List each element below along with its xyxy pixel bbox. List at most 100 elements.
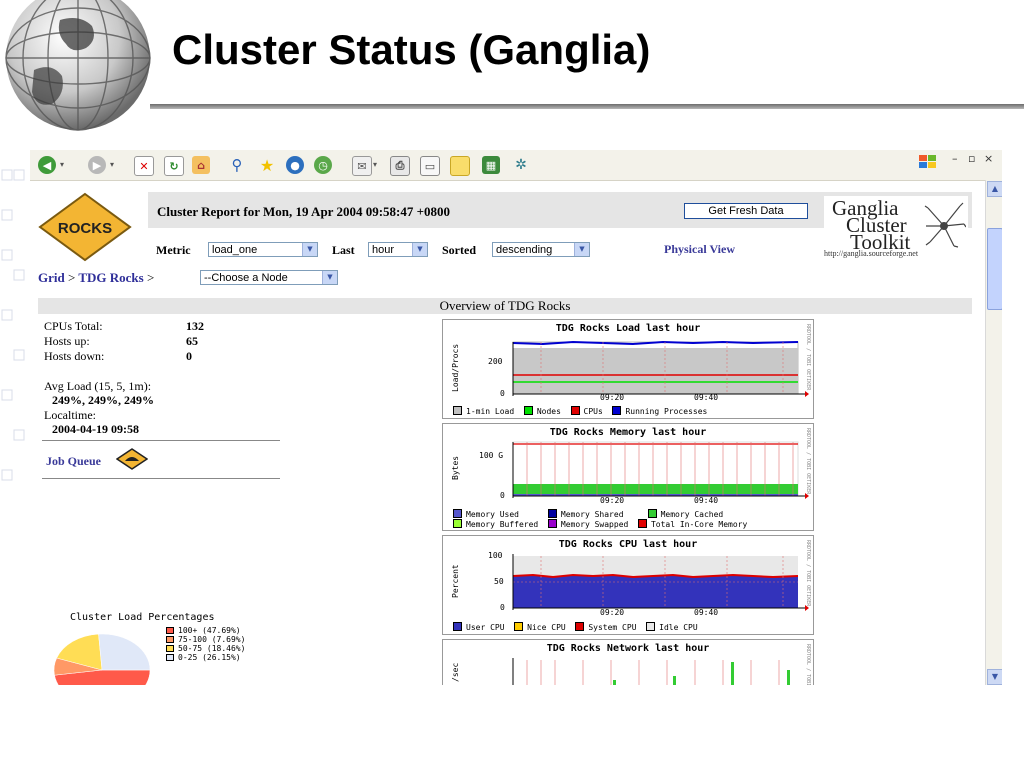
browser-toolbar: ◀ ▾ ▶ ▾ ✕ ↻ ⌂ ⚲ ★ ● ◷ ✉ ▾ ⎙ ▭ ▦ ✲ – ▫ × xyxy=(30,150,1002,181)
pie-legend-item: 0-25 (26.15%) xyxy=(166,653,241,662)
last-label: Last xyxy=(332,243,355,257)
legend-swatch xyxy=(166,636,174,643)
forward-icon[interactable]: ▶ xyxy=(88,156,106,174)
legend-label: Nice CPU xyxy=(527,623,566,632)
legend-swatch xyxy=(637,519,647,528)
search-icon[interactable]: ⚲ xyxy=(228,156,246,174)
network-graph[interactable]: TDG Rocks Network last hour /sec RRDTOOL… xyxy=(442,639,814,685)
cpu-graph-ylabel: Percent xyxy=(451,564,460,598)
divider xyxy=(42,478,280,479)
ganglia-page: ROCKS Cluster Report for Mon, 19 Apr 200… xyxy=(30,180,985,685)
memory-graph-ylabel: Bytes xyxy=(451,455,460,480)
last-select-value: hour xyxy=(372,244,395,256)
mail-dropdown-icon[interactable]: ▾ xyxy=(373,160,377,169)
sorted-select[interactable]: descending ▼ xyxy=(492,242,590,257)
decorative-grid-pattern xyxy=(1,169,25,481)
legend-label: Memory Used xyxy=(466,510,519,519)
job-queue-icon[interactable] xyxy=(116,448,148,470)
messenger-icon[interactable]: ▦ xyxy=(482,156,500,174)
breadcrumb-separator: > xyxy=(67,270,76,285)
vertical-scrollbar[interactable]: ▲ ▼ xyxy=(985,180,1002,685)
back-dropdown-icon[interactable]: ▾ xyxy=(60,160,64,169)
browser-window: ◀ ▾ ▶ ▾ ✕ ↻ ⌂ ⚲ ★ ● ◷ ✉ ▾ ⎙ ▭ ▦ ✲ – ▫ × … xyxy=(30,150,1002,685)
localtime-value: 2004-04-19 09:58 xyxy=(52,422,139,436)
memory-graph[interactable]: TDG Rocks Memory last hour Bytes 100 G 0… xyxy=(442,423,814,531)
forward-dropdown-icon[interactable]: ▾ xyxy=(110,160,114,169)
rrdtool-credit: RRDTOOL / TOBI OETIKER xyxy=(805,428,811,495)
legend-label: Memory Shared xyxy=(560,510,624,519)
legend-swatch xyxy=(166,654,174,661)
load-graph[interactable]: TDG Rocks Load last hour Load/Procs 200 … xyxy=(442,319,814,419)
legend-label: User CPU xyxy=(466,623,505,632)
edit-icon[interactable]: ▭ xyxy=(420,156,440,176)
memory-xtick: 09:20 xyxy=(600,496,625,505)
bluetooth-icon[interactable]: ✲ xyxy=(512,156,530,174)
print-icon[interactable]: ⎙ xyxy=(390,156,410,176)
pie-slice-0-25 xyxy=(98,633,151,671)
mail-icon[interactable]: ✉ xyxy=(352,156,372,176)
last-select[interactable]: hour ▼ xyxy=(368,242,428,257)
scroll-down-icon[interactable]: ▼ xyxy=(987,669,1002,685)
back-icon[interactable]: ◀ xyxy=(38,156,56,174)
avg-load-value: 249%, 249%, 249% xyxy=(52,393,154,407)
legend-label: Memory Cached xyxy=(660,510,724,519)
cluster-load-pie-chart xyxy=(53,633,151,685)
legend-label: 75-100 (7.69%) xyxy=(178,635,246,644)
media-icon[interactable]: ● xyxy=(286,156,304,174)
scroll-up-icon[interactable]: ▲ xyxy=(987,181,1002,197)
home-icon[interactable]: ⌂ xyxy=(192,156,210,174)
favorites-star-icon[interactable]: ★ xyxy=(258,156,276,175)
restore-button[interactable]: ▫ xyxy=(968,152,975,165)
folder-icon[interactable] xyxy=(450,156,470,176)
legend-label: Idle CPU xyxy=(659,623,698,632)
breadcrumb-separator: > xyxy=(146,270,155,285)
get-fresh-data-button[interactable]: Get Fresh Data xyxy=(684,203,808,219)
legend-swatch xyxy=(166,645,174,652)
ganglia-logo: Ganglia Cluster Toolkit http://ganglia.s… xyxy=(824,196,968,260)
legend-label: Total In-Core Memory xyxy=(650,520,748,529)
job-queue-link[interactable]: Job Queue xyxy=(46,454,101,469)
legend-label: System CPU xyxy=(588,623,637,632)
chevron-down-icon[interactable]: ▼ xyxy=(574,243,589,256)
legend-swatch xyxy=(547,509,557,518)
legend-label: Memory Buffered xyxy=(466,520,539,529)
physical-view-link[interactable]: Physical View xyxy=(664,242,735,257)
history-icon[interactable]: ◷ xyxy=(314,156,332,174)
overview-title: Overview of TDG Rocks xyxy=(439,298,571,313)
legend-swatch xyxy=(612,406,622,415)
globe-logo xyxy=(5,0,151,131)
legend-swatch xyxy=(570,406,580,415)
report-title: Cluster Report for Mon, 19 Apr 2004 09:5… xyxy=(157,204,451,219)
cpu-ytick: 50 xyxy=(494,577,504,586)
metric-select[interactable]: load_one ▼ xyxy=(208,242,318,257)
stop-icon[interactable]: ✕ xyxy=(134,156,154,176)
legend-swatch xyxy=(453,519,462,528)
refresh-icon[interactable]: ↻ xyxy=(164,156,184,176)
network-graph-plot xyxy=(512,658,798,685)
load-graph-ylabel: Load/Procs xyxy=(451,343,460,392)
chevron-down-icon[interactable]: ▼ xyxy=(322,271,337,284)
memory-ytick: 0 xyxy=(500,491,505,500)
legend-swatch xyxy=(523,406,533,415)
load-ytick: 0 xyxy=(500,389,505,398)
avg-load-label: Avg Load (15, 5, 1m): xyxy=(44,379,152,393)
memory-ytick: 100 G xyxy=(479,451,504,460)
cpu-ytick: 0 xyxy=(500,603,505,612)
rocks-logo-text: ROCKS xyxy=(58,220,112,237)
scroll-thumb[interactable] xyxy=(987,228,1002,310)
close-button[interactable]: × xyxy=(984,152,993,165)
legend-label: Running Processes xyxy=(625,407,708,416)
breadcrumb-cluster-link[interactable]: TDG Rocks xyxy=(78,270,143,285)
minimize-button[interactable]: – xyxy=(952,152,958,165)
cpu-graph[interactable]: TDG Rocks CPU last hour Percent 100 50 0 xyxy=(442,535,814,635)
legend-swatch xyxy=(453,406,462,415)
legend-swatch xyxy=(547,519,557,528)
chevron-down-icon[interactable]: ▼ xyxy=(302,243,317,256)
legend-label: 100+ (47.69%) xyxy=(178,626,241,635)
localtime-label: Localtime: xyxy=(44,408,96,422)
legend-label: Memory Swapped xyxy=(560,520,629,529)
breadcrumb-grid-link[interactable]: Grid xyxy=(38,270,65,285)
node-select[interactable]: --Choose a Node ▼ xyxy=(200,270,338,285)
chevron-down-icon[interactable]: ▼ xyxy=(412,243,427,256)
pie-legend-item: 75-100 (7.69%) xyxy=(166,635,245,644)
